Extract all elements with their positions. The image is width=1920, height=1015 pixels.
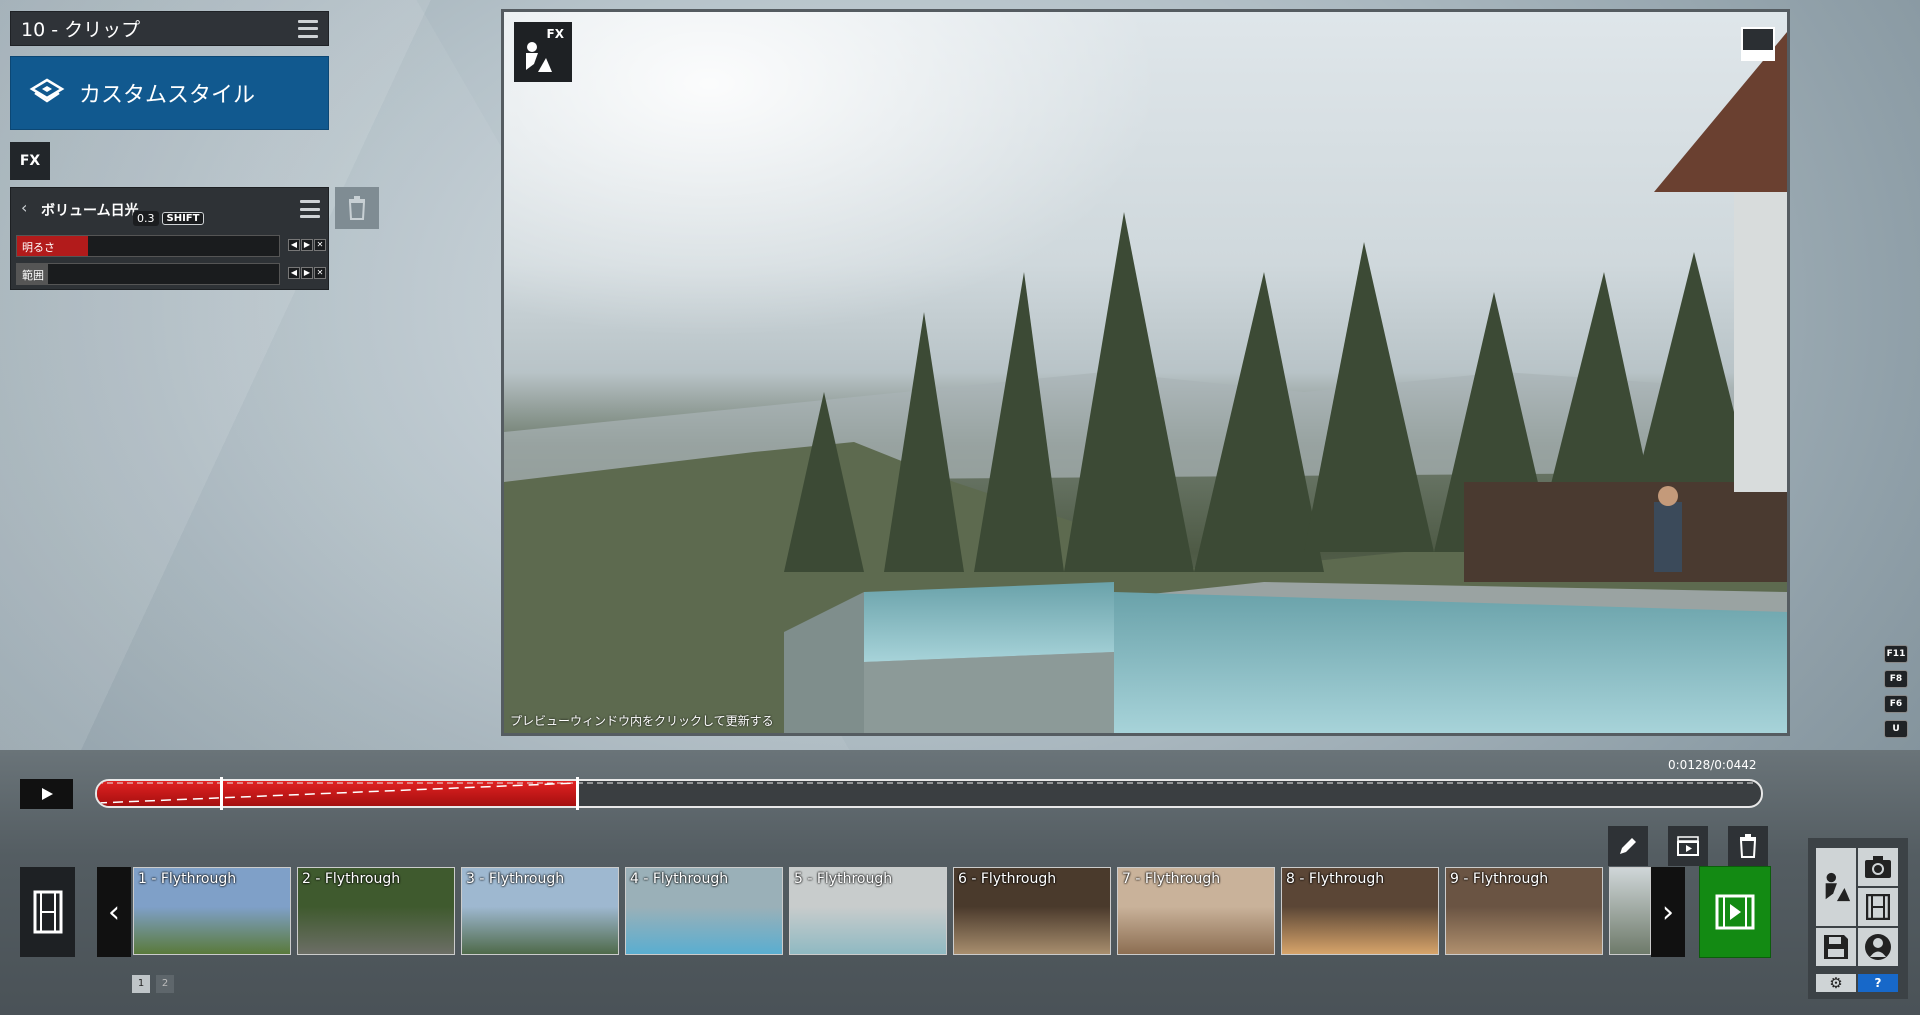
fx-tool-label: FX — [546, 27, 564, 41]
page-button-1[interactable]: 1 — [132, 975, 150, 993]
time-readout: 0:0128/0:0442 — [1668, 758, 1757, 772]
fullscreen-toggle[interactable] — [1741, 27, 1775, 61]
clapper-icon — [1677, 836, 1699, 856]
increment-icon[interactable]: ▶ — [301, 239, 313, 251]
person-icon — [1865, 934, 1891, 960]
preview-window[interactable]: FX プレビューウィンドウ内をクリックして更新する — [501, 9, 1790, 736]
brightness-slider[interactable]: 明るさ — [16, 235, 280, 257]
timeline-dashes — [97, 782, 1761, 804]
play-icon — [41, 788, 53, 800]
add-clip-button[interactable] — [1699, 866, 1771, 958]
help-button[interactable]: ? — [1858, 974, 1898, 992]
clip-thumbnail[interactable]: 3 - Flythrough — [461, 867, 619, 955]
effect-panel: ‹ ボリューム日光 0.3 SHIFT 明るさ ◀ ▶ ✕ 範囲 ◀ ▶ ✕ — [10, 187, 329, 290]
play-button[interactable] — [20, 779, 73, 809]
gear-icon: ⚙ — [1829, 974, 1843, 992]
clip-label: 2 - Flythrough — [302, 871, 401, 887]
clip-label: 5 - Flythrough — [794, 871, 893, 887]
brightness-label: 明るさ — [22, 241, 55, 254]
worker-icon — [1825, 872, 1851, 902]
clip-label: 4 - Flythrough — [630, 871, 729, 887]
community-button[interactable] — [1858, 928, 1898, 966]
mode-panel: ⚙ ? — [1808, 838, 1908, 999]
range-row: 範囲 ◀ ▶ ✕ — [16, 263, 326, 285]
reset-icon[interactable]: ✕ — [314, 239, 326, 251]
preview-hint: プレビューウィンドウ内をクリックして更新する — [510, 714, 774, 728]
clip-label: 6 - Flythrough — [958, 871, 1057, 887]
movie-mode-button[interactable] — [20, 867, 75, 957]
timeline-marker[interactable] — [220, 777, 224, 810]
f11-key[interactable]: F11 — [1884, 645, 1908, 663]
floppy-icon — [1824, 935, 1848, 959]
shift-tooltip-value: 0.3 — [133, 211, 159, 226]
clip-label: 8 - Flythrough — [1286, 871, 1385, 887]
custom-style-label: カスタムスタイル — [79, 83, 256, 108]
clip-thumbnail[interactable]: 2 - Flythrough — [297, 867, 455, 955]
delete-effect-button[interactable] — [335, 187, 379, 229]
clip-title: 10 - クリップ — [21, 19, 141, 41]
chevron-right-icon: › — [1662, 894, 1674, 930]
clip-thumbnail[interactable]: 7 - Flythrough — [1117, 867, 1275, 955]
clip-thumbnail[interactable]: 8 - Flythrough — [1281, 867, 1439, 955]
shift-tooltip: 0.3 SHIFT — [133, 211, 205, 226]
custom-style-button[interactable]: カスタムスタイル — [10, 56, 329, 130]
fx-tool-button[interactable]: FX — [514, 22, 572, 82]
question-icon: ? — [1874, 976, 1882, 990]
page-button-2[interactable]: 2 — [156, 975, 174, 993]
f8-key[interactable]: F8 — [1884, 670, 1908, 688]
film-play-icon — [1715, 894, 1755, 930]
decrement-icon[interactable]: ◀ — [288, 239, 300, 251]
u-key[interactable]: U — [1884, 720, 1908, 738]
chevron-left-icon: ‹ — [108, 894, 120, 930]
clip-label: 9 - Flythrough — [1450, 871, 1549, 887]
worker-icon — [526, 42, 552, 72]
effect-name: ボリューム日光 — [41, 203, 139, 219]
clip-label: 7 - Flythrough — [1122, 871, 1221, 887]
range-label: 範囲 — [22, 269, 44, 282]
film-icon — [33, 890, 62, 934]
clip-thumbnail[interactable]: 4 - Flythrough — [625, 867, 783, 955]
trash-icon — [348, 196, 366, 220]
clip-thumbnail[interactable]: 6 - Flythrough — [953, 867, 1111, 955]
shift-key-label: SHIFT — [161, 212, 205, 225]
settings-button[interactable]: ⚙ — [1816, 974, 1856, 992]
clip-thumbnail-partial[interactable] — [1609, 867, 1651, 955]
reset-icon[interactable]: ✕ — [314, 267, 326, 279]
clip-label: 3 - Flythrough — [466, 871, 565, 887]
increment-icon[interactable]: ▶ — [301, 267, 313, 279]
clip-thumbnail[interactable]: 9 - Flythrough — [1445, 867, 1603, 955]
preview-clip-button[interactable] — [1668, 826, 1708, 866]
back-icon[interactable]: ‹ — [21, 198, 27, 217]
movie-mode-panel-button[interactable] — [1858, 888, 1898, 926]
preview-scene — [504, 12, 1787, 733]
clip-thumbnail[interactable]: 1 - Flythrough — [133, 867, 291, 955]
timeline-playhead[interactable] — [576, 777, 580, 810]
save-button[interactable] — [1816, 928, 1856, 966]
brightness-row: 明るさ ◀ ▶ ✕ — [16, 235, 326, 257]
menu-icon[interactable] — [298, 19, 318, 38]
range-slider[interactable]: 範囲 — [16, 263, 280, 285]
layers-icon — [29, 78, 65, 103]
effect-menu-icon[interactable] — [300, 200, 320, 218]
scroll-right-button[interactable]: › — [1651, 867, 1685, 957]
trash-icon — [1739, 834, 1757, 858]
decrement-icon[interactable]: ◀ — [288, 267, 300, 279]
build-mode-button[interactable] — [1816, 848, 1856, 926]
f6-key[interactable]: F6 — [1884, 695, 1908, 713]
photo-mode-button[interactable] — [1858, 848, 1898, 886]
camera-icon — [1865, 856, 1891, 878]
delete-clip-button[interactable] — [1728, 826, 1768, 866]
timeline-track[interactable] — [95, 779, 1763, 808]
pencil-icon — [1620, 838, 1636, 854]
clip-label: 1 - Flythrough — [138, 871, 237, 887]
edit-button[interactable] — [1608, 826, 1648, 866]
fx-badge[interactable]: FX — [10, 142, 50, 180]
film-icon — [1866, 894, 1890, 920]
scroll-left-button[interactable]: ‹ — [97, 867, 131, 957]
clip-title-bar: 10 - クリップ — [10, 11, 329, 46]
clip-thumbnail[interactable]: 5 - Flythrough — [789, 867, 947, 955]
